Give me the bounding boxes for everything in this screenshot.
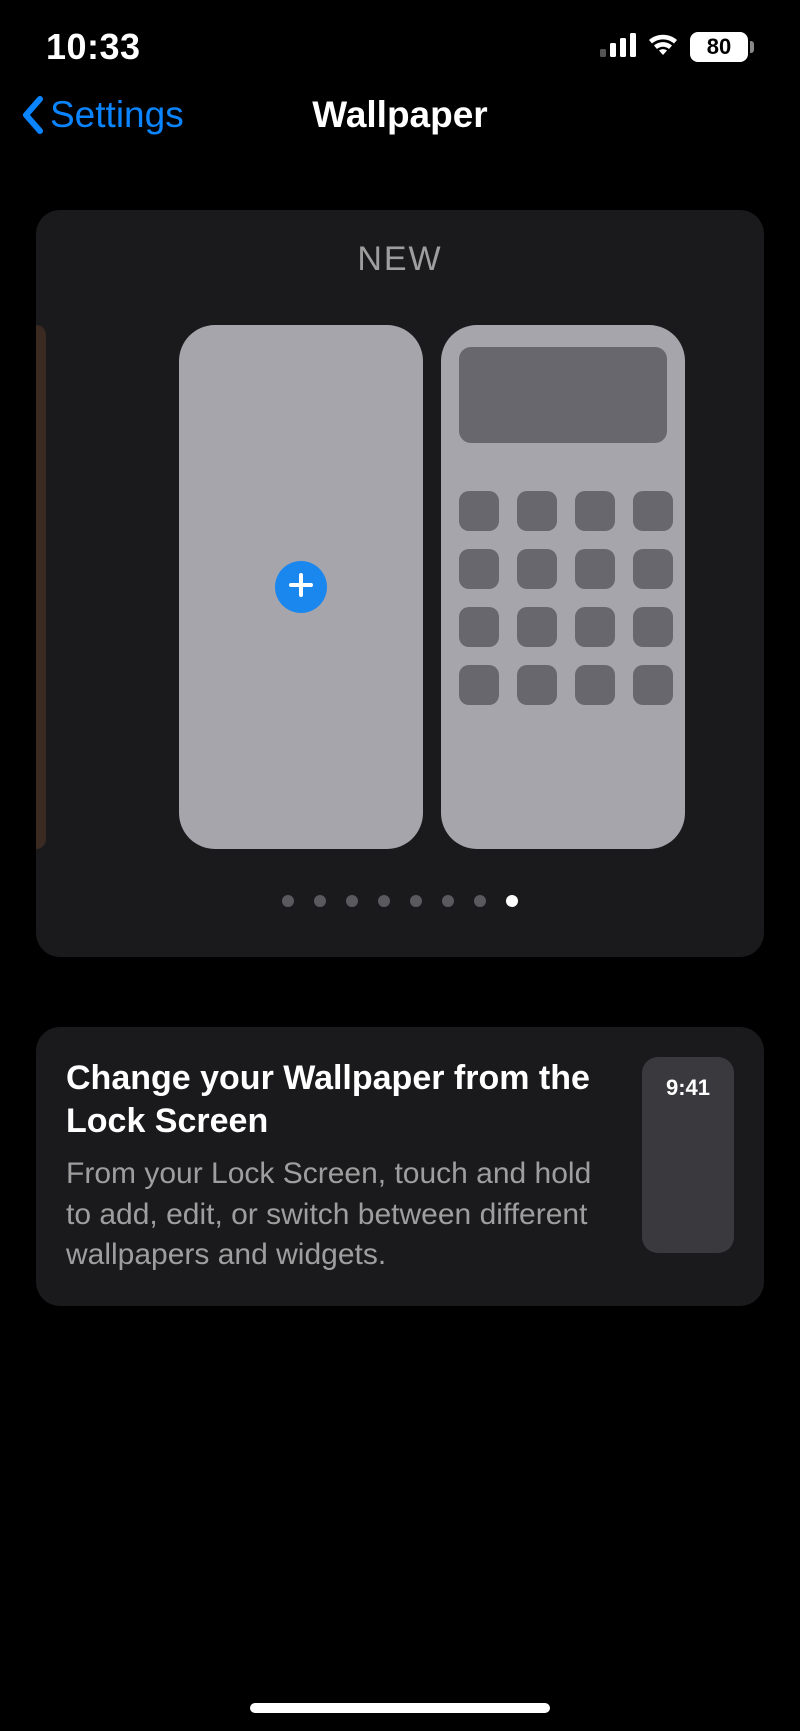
app-icon-placeholder	[517, 665, 557, 705]
cellular-icon	[600, 33, 636, 62]
app-icon-placeholder	[575, 549, 615, 589]
app-icon-placeholder	[459, 607, 499, 647]
app-icon-placeholder	[575, 607, 615, 647]
nav-bar: Settings Wallpaper	[0, 80, 800, 150]
wallpaper-picker-card: NEW	[36, 210, 764, 957]
back-label: Settings	[50, 94, 184, 136]
back-button[interactable]: Settings	[20, 80, 184, 150]
tip-description: From your Lock Screen, touch and hold to…	[66, 1154, 612, 1276]
status-bar: 10:33 80	[0, 0, 800, 80]
previous-wallpaper-peek[interactable]	[36, 325, 46, 849]
page-dot[interactable]	[506, 895, 518, 907]
app-icon-placeholder	[633, 607, 673, 647]
app-icon-placeholder	[459, 665, 499, 705]
plus-icon	[288, 572, 314, 603]
card-header-new: NEW	[36, 240, 764, 279]
tip-thumbnail: 9:41	[642, 1057, 734, 1253]
page-dot[interactable]	[378, 895, 390, 907]
app-icon-placeholder	[575, 665, 615, 705]
page-dot[interactable]	[346, 895, 358, 907]
page-dot[interactable]	[282, 895, 294, 907]
lockscreen-preview[interactable]	[179, 325, 423, 849]
battery-icon: 80	[690, 32, 754, 62]
status-right: 80	[600, 32, 754, 62]
app-icon-placeholder	[633, 549, 673, 589]
tip-title: Change your Wallpaper from the Lock Scre…	[66, 1057, 612, 1142]
app-icon-placeholder	[517, 607, 557, 647]
page-title: Wallpaper	[312, 94, 487, 136]
page-dot[interactable]	[442, 895, 454, 907]
homescreen-layout	[441, 325, 685, 849]
page-dot[interactable]	[314, 895, 326, 907]
wallpaper-preview-row[interactable]	[36, 325, 764, 849]
app-icon-placeholder	[575, 491, 615, 531]
battery-percent: 80	[690, 32, 748, 62]
app-icon-placeholder	[517, 549, 557, 589]
app-icon-placeholder	[459, 549, 499, 589]
page-dot[interactable]	[410, 895, 422, 907]
app-icon-placeholder	[517, 491, 557, 531]
app-icon-placeholder	[633, 491, 673, 531]
tip-thumbnail-time: 9:41	[666, 1075, 710, 1253]
page-indicator[interactable]	[36, 895, 764, 907]
homescreen-icon-grid	[459, 491, 667, 705]
app-icon-placeholder	[459, 491, 499, 531]
status-time: 10:33	[46, 26, 141, 68]
app-icon-placeholder	[633, 665, 673, 705]
wifi-icon	[646, 33, 680, 62]
chevron-left-icon	[20, 95, 46, 135]
homescreen-widget-placeholder	[459, 347, 667, 443]
homescreen-preview[interactable]	[441, 325, 685, 849]
page-dot[interactable]	[474, 895, 486, 907]
add-wallpaper-button[interactable]	[275, 561, 327, 613]
home-indicator[interactable]	[250, 1703, 550, 1713]
lockscreen-tip-card: Change your Wallpaper from the Lock Scre…	[36, 1027, 764, 1306]
